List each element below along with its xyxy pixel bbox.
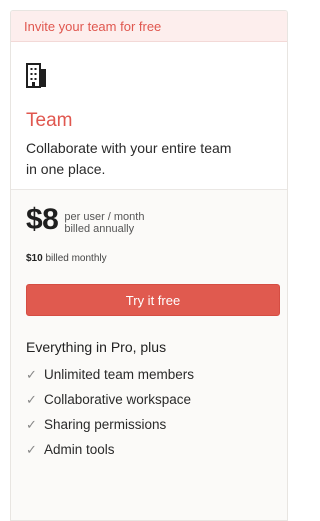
feature-label: Collaborative workspace bbox=[44, 392, 192, 407]
check-icon: ✓ bbox=[26, 366, 37, 382]
plan-description: Collaborate with your entire team in one… bbox=[26, 140, 232, 177]
feature-label: Admin tools bbox=[44, 442, 115, 457]
price-amount: $8 bbox=[26, 203, 59, 236]
feature-item: ✓ Sharing permissions bbox=[26, 412, 194, 437]
price-unit-line2: billed annually bbox=[64, 223, 135, 235]
promo-banner: Invite your team for free bbox=[11, 11, 287, 42]
monthly-price: $10 billed monthly bbox=[26, 253, 107, 264]
price-unit-line1: per user / month bbox=[64, 211, 145, 223]
plan-header: Team Collaborate with your entire team i… bbox=[11, 42, 287, 190]
feature-label: Unlimited team members bbox=[44, 367, 195, 382]
plan-name: Team bbox=[26, 110, 73, 131]
features-title: Everything in Pro, plus bbox=[26, 339, 167, 355]
check-icon: ✓ bbox=[26, 391, 37, 407]
feature-item: ✓ Collaborative workspace bbox=[26, 387, 194, 412]
feature-label: Sharing permissions bbox=[44, 417, 167, 432]
feature-item: ✓ Unlimited team members bbox=[26, 362, 194, 387]
monthly-amount: $10 bbox=[26, 253, 43, 264]
price-block: $8 per user / month billed annually bbox=[26, 203, 144, 237]
try-it-free-button[interactable]: Try it free bbox=[26, 284, 280, 316]
building-icon bbox=[26, 63, 46, 88]
check-icon: ✓ bbox=[26, 416, 37, 432]
monthly-label: billed monthly bbox=[45, 253, 107, 264]
check-icon: ✓ bbox=[26, 441, 37, 457]
feature-item: ✓ Admin tools bbox=[26, 437, 194, 462]
pricing-card: Invite your team for free Team Collabora… bbox=[10, 10, 288, 521]
price-unit: per user / month billed annually bbox=[64, 211, 144, 235]
features-list: ✓ Unlimited team members ✓ Collaborative… bbox=[26, 362, 194, 462]
promo-banner-text: Invite your team for free bbox=[24, 18, 162, 34]
